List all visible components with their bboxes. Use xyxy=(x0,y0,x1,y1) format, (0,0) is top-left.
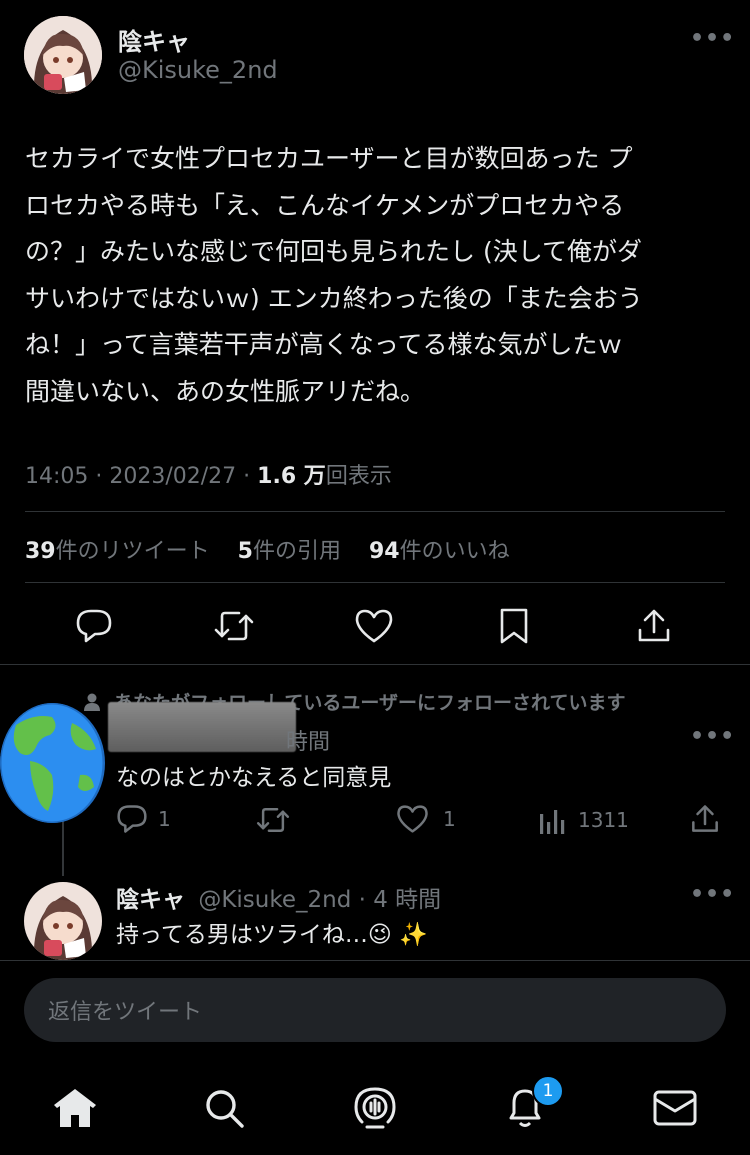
tweet-text-line: ね！」って言葉若干声が高くなってる様な気がしたｗ xyxy=(25,330,623,359)
display-name[interactable]: 陰キャ xyxy=(116,887,185,913)
nav-spaces[interactable] xyxy=(350,1083,400,1133)
compose-placeholder: 返信をツイート xyxy=(48,1000,203,1025)
avatar[interactable] xyxy=(0,703,105,823)
share-action[interactable] xyxy=(690,804,720,834)
like-action[interactable]: 1 xyxy=(396,804,456,834)
nav-home[interactable] xyxy=(50,1083,100,1133)
bookmark-button[interactable] xyxy=(492,604,536,648)
retweets-label: 件のリツイート xyxy=(55,539,210,564)
tweet-text-line: セカライで女性プロセカユーザーと目が数回あった プ xyxy=(25,144,633,173)
views-action[interactable]: 1311 xyxy=(538,806,629,834)
views-count: 1311 xyxy=(578,808,629,832)
reply-icon xyxy=(117,805,147,833)
mail-icon xyxy=(653,1090,697,1126)
globe-avatar-image xyxy=(0,703,105,823)
nav-search[interactable] xyxy=(199,1083,249,1133)
retweet-icon xyxy=(256,808,290,832)
tweet-meta: 14:05 · 2023/02/27 · 1.6 万回表示 xyxy=(25,458,392,490)
analytics-icon xyxy=(540,810,565,834)
more-options-button[interactable]: ••• xyxy=(690,26,735,51)
home-icon xyxy=(54,1089,96,1127)
likes-count: 94 xyxy=(368,539,400,564)
heart-icon xyxy=(397,805,428,833)
handle-time[interactable]: @Kisuke_2nd · 4 時間 xyxy=(198,887,441,913)
quotes-count: 5 xyxy=(237,539,253,564)
thread-line xyxy=(62,818,64,876)
notifications-badge-count: 1 xyxy=(542,1081,554,1101)
quotes-label: 件の引用 xyxy=(252,539,341,564)
bottom-nav: 1 xyxy=(0,1065,750,1155)
retweet-action[interactable] xyxy=(255,806,291,834)
engagement-stats: 39件のリツイート 5件の引用 94件のいいね xyxy=(25,533,510,565)
divider xyxy=(25,511,725,512)
reply-icon xyxy=(76,609,112,643)
reply-text: 持ってる男はツライね…😉 ✨ xyxy=(116,922,428,948)
share-icon xyxy=(692,805,718,832)
spaces-icon xyxy=(354,1087,396,1129)
reply-text: なのはとかなえると同意見 xyxy=(116,765,392,791)
avatar[interactable] xyxy=(24,16,102,94)
tweet-text-line: の？」みたいな感じで何回も見られたし (決して俺がダ xyxy=(25,237,642,266)
handle[interactable]: @Kisuke_2nd xyxy=(118,56,278,84)
redacted-name xyxy=(108,702,296,752)
retweet-icon xyxy=(214,611,254,641)
views-label: 回表示 xyxy=(325,464,392,489)
tweet-text-line: サいわけではないｗ) エンカ終わった後の「また会おう xyxy=(25,283,643,313)
divider xyxy=(0,664,750,665)
quotes-stat[interactable]: 5件の引用 xyxy=(238,539,341,564)
reply-header: 陰キャ @Kisuke_2nd · 4 時間 xyxy=(116,880,441,914)
retweets-count: 39 xyxy=(25,539,56,564)
divider xyxy=(25,582,725,583)
retweets-stat[interactable]: 39件のリツイート xyxy=(25,539,210,564)
display-name[interactable]: 陰キャ xyxy=(118,22,190,57)
tweet-text: セカライで女性プロセカユーザーと目が数回あった プ ロセカやる時も「え、こんなイ… xyxy=(25,136,725,415)
likes-label: 件のいいね xyxy=(399,539,510,564)
reply-count: 1 xyxy=(158,807,171,831)
retweet-button[interactable] xyxy=(212,604,256,648)
avatar-image xyxy=(24,882,102,960)
reply-compose-input[interactable]: 返信をツイート xyxy=(24,978,726,1042)
tweet-text-line: ロセカやる時も「え、こんなイケメンがプロセカやる xyxy=(25,190,625,220)
bookmark-icon xyxy=(500,608,528,644)
avatar[interactable] xyxy=(24,882,102,960)
heart-icon xyxy=(355,609,393,643)
like-button[interactable] xyxy=(352,604,396,648)
share-button[interactable] xyxy=(632,604,676,648)
tweet-timestamp[interactable]: 14:05 · 2023/02/27 · xyxy=(25,464,257,489)
search-icon xyxy=(206,1090,244,1128)
tweet-text-line: 間違いない、あの女性脈アリだね。 xyxy=(25,376,426,406)
reply-time[interactable]: 時間 xyxy=(286,724,330,756)
avatar-image xyxy=(24,16,102,94)
reply-action[interactable]: 1 xyxy=(116,804,171,834)
notifications-badge: 1 xyxy=(532,1075,564,1107)
likes-stat[interactable]: 94件のいいね xyxy=(369,539,510,564)
views-count: 1.6 万 xyxy=(257,464,326,489)
more-options-button[interactable]: ••• xyxy=(690,882,735,907)
divider xyxy=(0,960,750,961)
more-options-button[interactable]: ••• xyxy=(690,724,735,749)
share-icon xyxy=(638,609,670,642)
reply-button[interactable] xyxy=(72,604,116,648)
nav-messages[interactable] xyxy=(650,1083,700,1133)
like-count: 1 xyxy=(443,807,456,831)
person-icon xyxy=(84,693,100,711)
